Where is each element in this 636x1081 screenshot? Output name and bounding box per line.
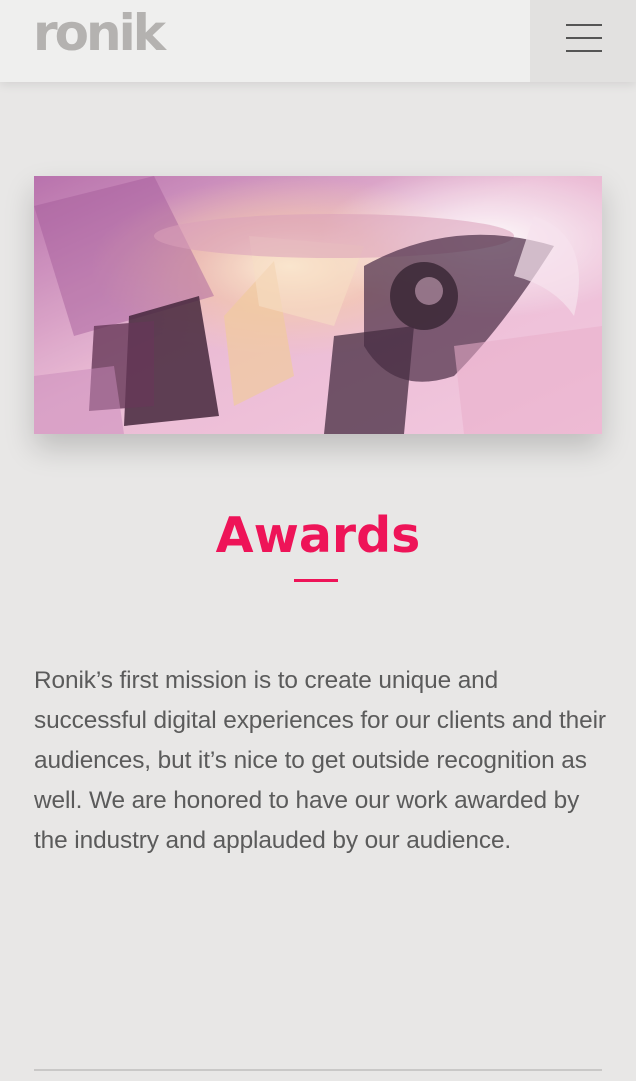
menu-button[interactable] bbox=[530, 0, 636, 82]
title-underline bbox=[294, 579, 338, 582]
intro-paragraph: Ronik’s first mission is to create uniqu… bbox=[34, 667, 606, 854]
page-title: Awards bbox=[215, 507, 421, 564]
section-divider bbox=[34, 1069, 602, 1071]
ronik-logo[interactable]: ronik bbox=[33, 3, 166, 63]
page: ronik Awards Ronik’s first mission is to… bbox=[0, 0, 636, 1081]
site-header: ronik bbox=[0, 0, 636, 82]
hero-image bbox=[34, 176, 602, 434]
